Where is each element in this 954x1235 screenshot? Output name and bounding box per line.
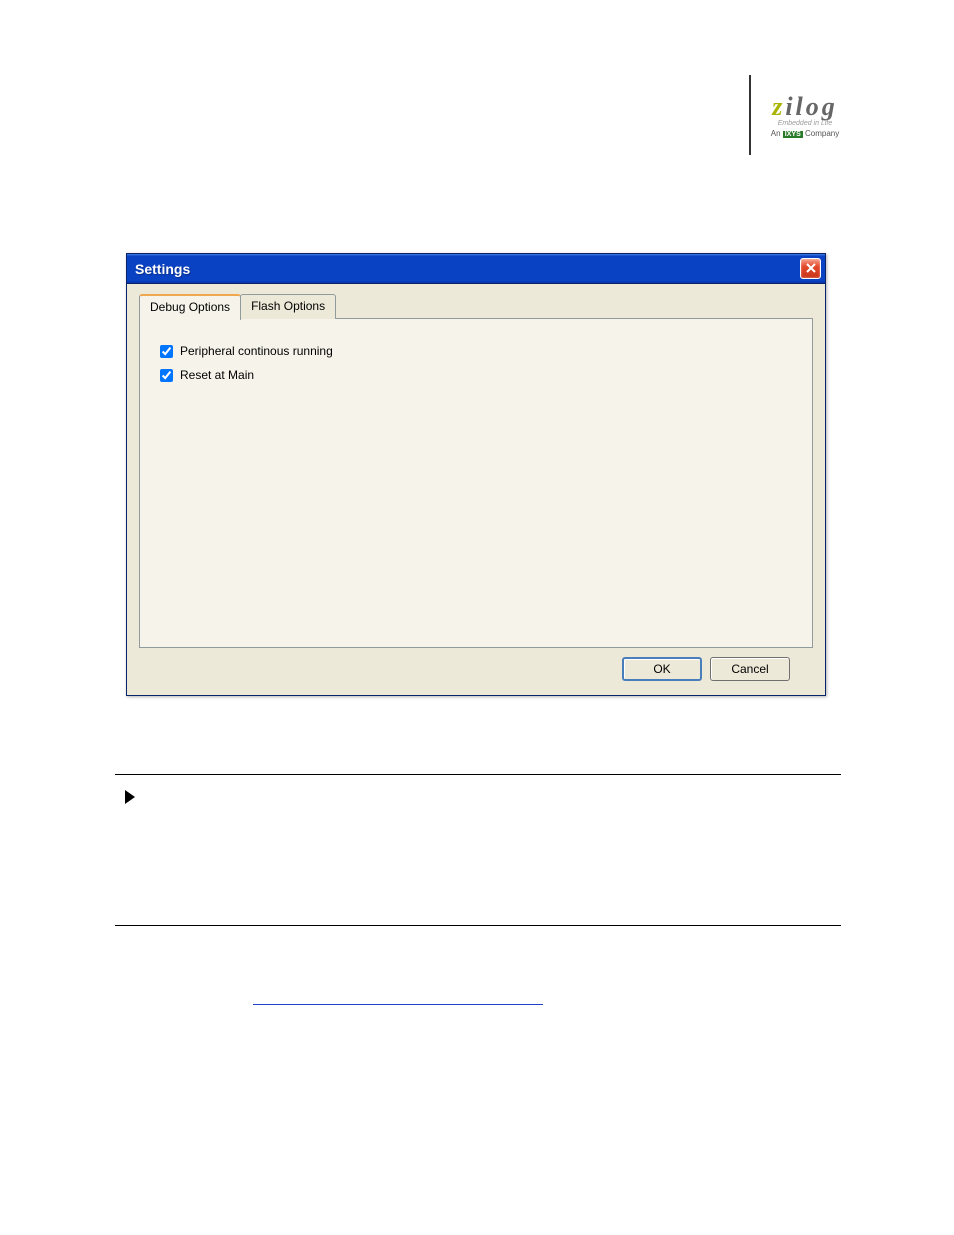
logo-brand: zilog: [772, 92, 838, 122]
tab-content: Peripheral continous running Reset at Ma…: [139, 318, 813, 648]
titlebar[interactable]: Settings: [127, 254, 825, 284]
logo-z: z: [772, 92, 785, 121]
dialog-buttons: OK Cancel: [622, 657, 790, 681]
divider-line: [115, 774, 841, 775]
ok-button[interactable]: OK: [622, 657, 702, 681]
logo-rest: ilog: [785, 92, 837, 121]
checkbox-reset[interactable]: [160, 369, 173, 382]
checkbox-peripheral[interactable]: [160, 345, 173, 358]
close-icon: [806, 262, 816, 276]
tab-strip: Debug Options Flash Options: [139, 294, 813, 319]
divider-line: [115, 925, 841, 926]
settings-dialog: Settings Debug Options Flash Options Per…: [126, 253, 826, 696]
close-button[interactable]: [800, 258, 821, 279]
company-logo: zilog Embedded in Life An IXYS Company: [749, 75, 849, 155]
checkbox-peripheral-label: Peripheral continous running: [180, 344, 333, 358]
tab-flash-options[interactable]: Flash Options: [240, 294, 336, 319]
hyperlink-underline[interactable]: [253, 1003, 543, 1005]
dialog-title: Settings: [135, 261, 190, 277]
checkbox-peripheral-row[interactable]: Peripheral continous running: [160, 344, 792, 358]
checkbox-reset-label: Reset at Main: [180, 368, 254, 382]
tab-debug-options[interactable]: Debug Options: [139, 294, 241, 320]
checkbox-reset-row[interactable]: Reset at Main: [160, 368, 792, 382]
dialog-body: Debug Options Flash Options Peripheral c…: [127, 284, 825, 695]
logo-tagline: Embedded in Life: [778, 120, 832, 127]
logo-company: An IXYS Company: [771, 129, 839, 138]
note-arrow-icon: [123, 788, 137, 812]
cancel-button[interactable]: Cancel: [710, 657, 790, 681]
